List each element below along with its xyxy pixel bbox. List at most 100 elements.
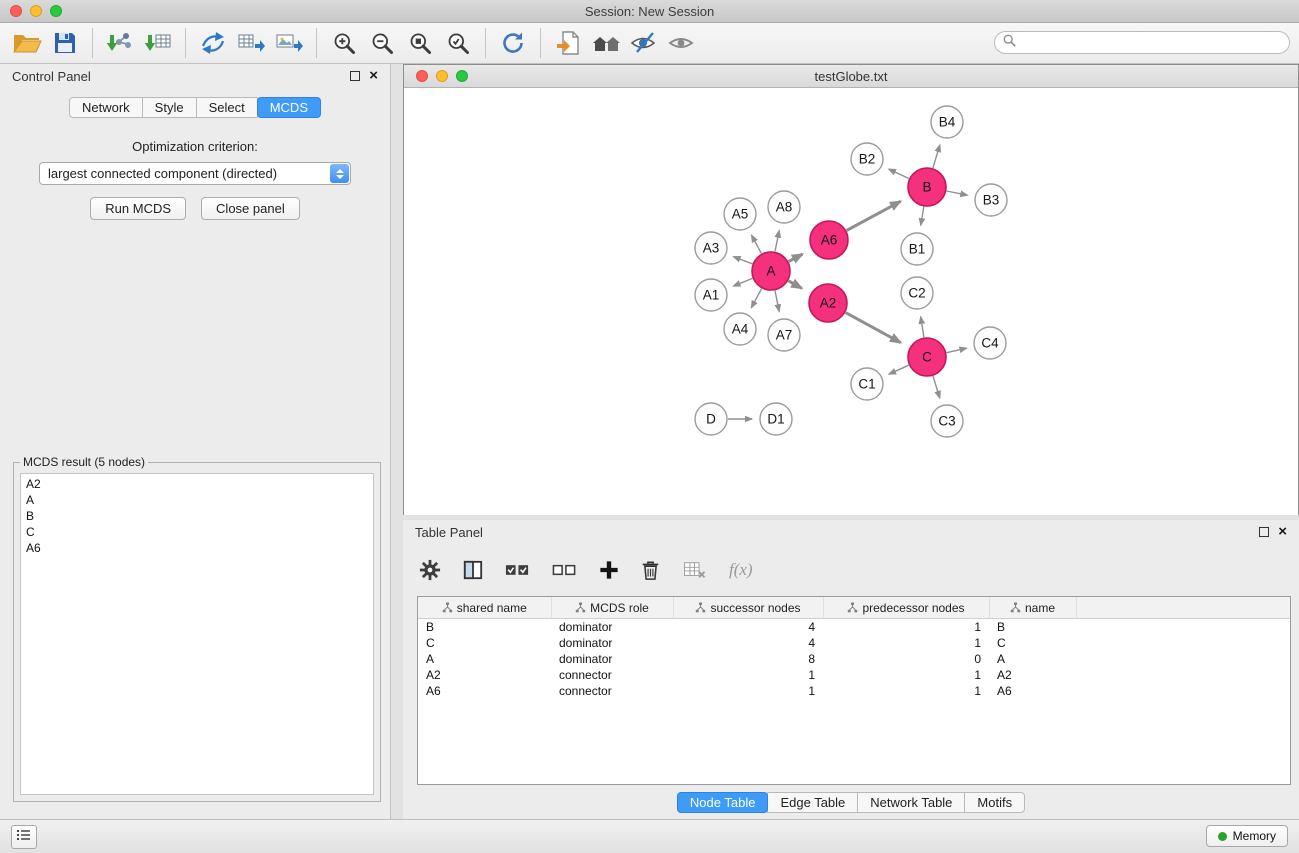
cell-MCDS-role[interactable]: dominator xyxy=(551,635,673,651)
edge-A-A6[interactable] xyxy=(789,254,803,262)
import-network-icon[interactable] xyxy=(101,26,139,60)
column-header-successor-nodes[interactable]: successor nodes xyxy=(673,597,823,619)
cell-shared-name[interactable]: A2 xyxy=(418,667,551,683)
node-D1[interactable]: D1 xyxy=(760,403,792,435)
cell-MCDS-role[interactable]: dominator xyxy=(551,619,673,636)
mcds-result-list[interactable]: A2ABCA6 xyxy=(20,473,374,795)
zoom-selected-icon[interactable] xyxy=(439,26,477,60)
node-C1[interactable]: C1 xyxy=(851,368,883,400)
close-table-panel-icon[interactable] xyxy=(1278,527,1287,537)
zoom-out-icon[interactable] xyxy=(363,26,401,60)
column-header-MCDS-role[interactable]: MCDS role xyxy=(551,597,673,619)
search-box[interactable] xyxy=(994,31,1290,54)
column-header-name[interactable]: name xyxy=(989,597,1076,619)
column-header-shared-name[interactable]: shared name xyxy=(418,597,551,619)
table-row[interactable]: Adominator80A xyxy=(418,651,1290,667)
close-panel-icon[interactable] xyxy=(369,71,378,81)
edge-B-B4[interactable] xyxy=(933,145,940,168)
show-hide-icon[interactable] xyxy=(663,26,701,60)
export-image-icon[interactable] xyxy=(270,26,308,60)
table-row[interactable]: Cdominator41C xyxy=(418,635,1290,651)
node-A6[interactable]: A6 xyxy=(810,221,848,259)
node-B[interactable]: B xyxy=(908,168,946,206)
tab-mcds[interactable]: MCDS xyxy=(257,97,321,118)
function-builder-icon[interactable]: f(x) xyxy=(729,560,753,580)
network-close-button[interactable] xyxy=(416,70,428,82)
close-window-button[interactable] xyxy=(10,5,22,17)
zoom-in-icon[interactable] xyxy=(325,26,363,60)
edge-A-A8[interactable] xyxy=(775,231,779,252)
network-window-titlebar[interactable]: testGlobe.txt xyxy=(404,65,1298,88)
cell-name[interactable]: A6 xyxy=(989,683,1076,699)
node-A[interactable]: A xyxy=(752,252,790,290)
node-B2[interactable]: B2 xyxy=(851,143,883,175)
search-input[interactable] xyxy=(1022,35,1281,51)
tab-edge-table[interactable]: Edge Table xyxy=(767,792,858,813)
edge-A2-C[interactable] xyxy=(846,313,901,343)
cell-MCDS-role[interactable]: connector xyxy=(551,683,673,699)
cell-shared-name[interactable]: C xyxy=(418,635,551,651)
edge-A-A1[interactable] xyxy=(733,278,752,286)
node-A3[interactable]: A3 xyxy=(695,232,727,264)
edge-B-B3[interactable] xyxy=(947,191,968,195)
cell-successor-nodes[interactable]: 1 xyxy=(673,683,823,699)
node-A5[interactable]: A5 xyxy=(724,198,756,230)
float-table-panel-icon[interactable] xyxy=(1259,527,1269,537)
cell-MCDS-role[interactable]: connector xyxy=(551,667,673,683)
folder-open-icon[interactable] xyxy=(8,26,46,60)
minimize-window-button[interactable] xyxy=(30,5,42,17)
cell-shared-name[interactable]: A xyxy=(418,651,551,667)
edge-B-B1[interactable] xyxy=(921,207,924,226)
delete-table-icon[interactable] xyxy=(682,560,707,580)
mcds-result-item[interactable]: B xyxy=(26,508,368,524)
cell-successor-nodes[interactable]: 4 xyxy=(673,635,823,651)
cell-predecessor-nodes[interactable]: 0 xyxy=(823,651,989,667)
node-B4[interactable]: B4 xyxy=(931,106,963,138)
export-table-icon[interactable] xyxy=(232,26,270,60)
edge-A6-B[interactable] xyxy=(847,201,901,230)
node-A7[interactable]: A7 xyxy=(768,319,800,351)
cell-predecessor-nodes[interactable]: 1 xyxy=(823,619,989,636)
tab-motifs[interactable]: Motifs xyxy=(964,792,1025,813)
tab-network-table[interactable]: Network Table xyxy=(857,792,965,813)
float-panel-icon[interactable] xyxy=(350,71,360,81)
zoom-window-button[interactable] xyxy=(50,5,62,17)
edge-B-B2[interactable] xyxy=(889,169,909,178)
home-icon[interactable] xyxy=(587,26,625,60)
table-row[interactable]: Bdominator41B xyxy=(418,619,1290,636)
node-A1[interactable]: A1 xyxy=(695,279,727,311)
tab-node-table[interactable]: Node Table xyxy=(677,792,769,813)
edge-C-C2[interactable] xyxy=(921,317,924,338)
node-A2[interactable]: A2 xyxy=(809,284,847,322)
node-B1[interactable]: B1 xyxy=(901,233,933,265)
memory-button[interactable]: Memory xyxy=(1206,825,1288,847)
tab-select[interactable]: Select xyxy=(196,97,258,118)
optimization-dropdown[interactable]: largest connected component (directed) xyxy=(39,162,351,185)
refresh-icon[interactable] xyxy=(494,26,532,60)
task-history-button[interactable] xyxy=(11,825,37,849)
mcds-result-item[interactable]: C xyxy=(26,524,368,540)
show-columns-icon[interactable] xyxy=(463,560,483,580)
network-zoom-button[interactable] xyxy=(456,70,468,82)
dropdown-stepper-icon[interactable] xyxy=(330,164,349,183)
network-canvas[interactable]: B4B2BB3A8A5A6A3B1AC2A1A2A4A7C4CC1DD1C3 xyxy=(404,88,1298,515)
cell-predecessor-nodes[interactable]: 1 xyxy=(823,683,989,699)
edge-A-A4[interactable] xyxy=(751,289,761,308)
cell-name[interactable]: C xyxy=(989,635,1076,651)
edge-C-C3[interactable] xyxy=(933,376,940,398)
mcds-result-item[interactable]: A2 xyxy=(26,476,368,492)
edge-A-A7[interactable] xyxy=(775,291,779,312)
tab-style[interactable]: Style xyxy=(142,97,197,118)
cell-MCDS-role[interactable]: dominator xyxy=(551,651,673,667)
node-A4[interactable]: A4 xyxy=(724,313,756,345)
edge-A-A5[interactable] xyxy=(752,235,762,253)
node-B3[interactable]: B3 xyxy=(975,184,1007,216)
import-table-icon[interactable] xyxy=(139,26,177,60)
edge-A-A2[interactable] xyxy=(788,281,801,289)
cell-shared-name[interactable]: A6 xyxy=(418,683,551,699)
cell-successor-nodes[interactable]: 4 xyxy=(673,619,823,636)
network-minimize-button[interactable] xyxy=(436,70,448,82)
node-A8[interactable]: A8 xyxy=(768,191,800,223)
node-D[interactable]: D xyxy=(695,403,727,435)
graphics-details-icon[interactable] xyxy=(625,26,663,60)
